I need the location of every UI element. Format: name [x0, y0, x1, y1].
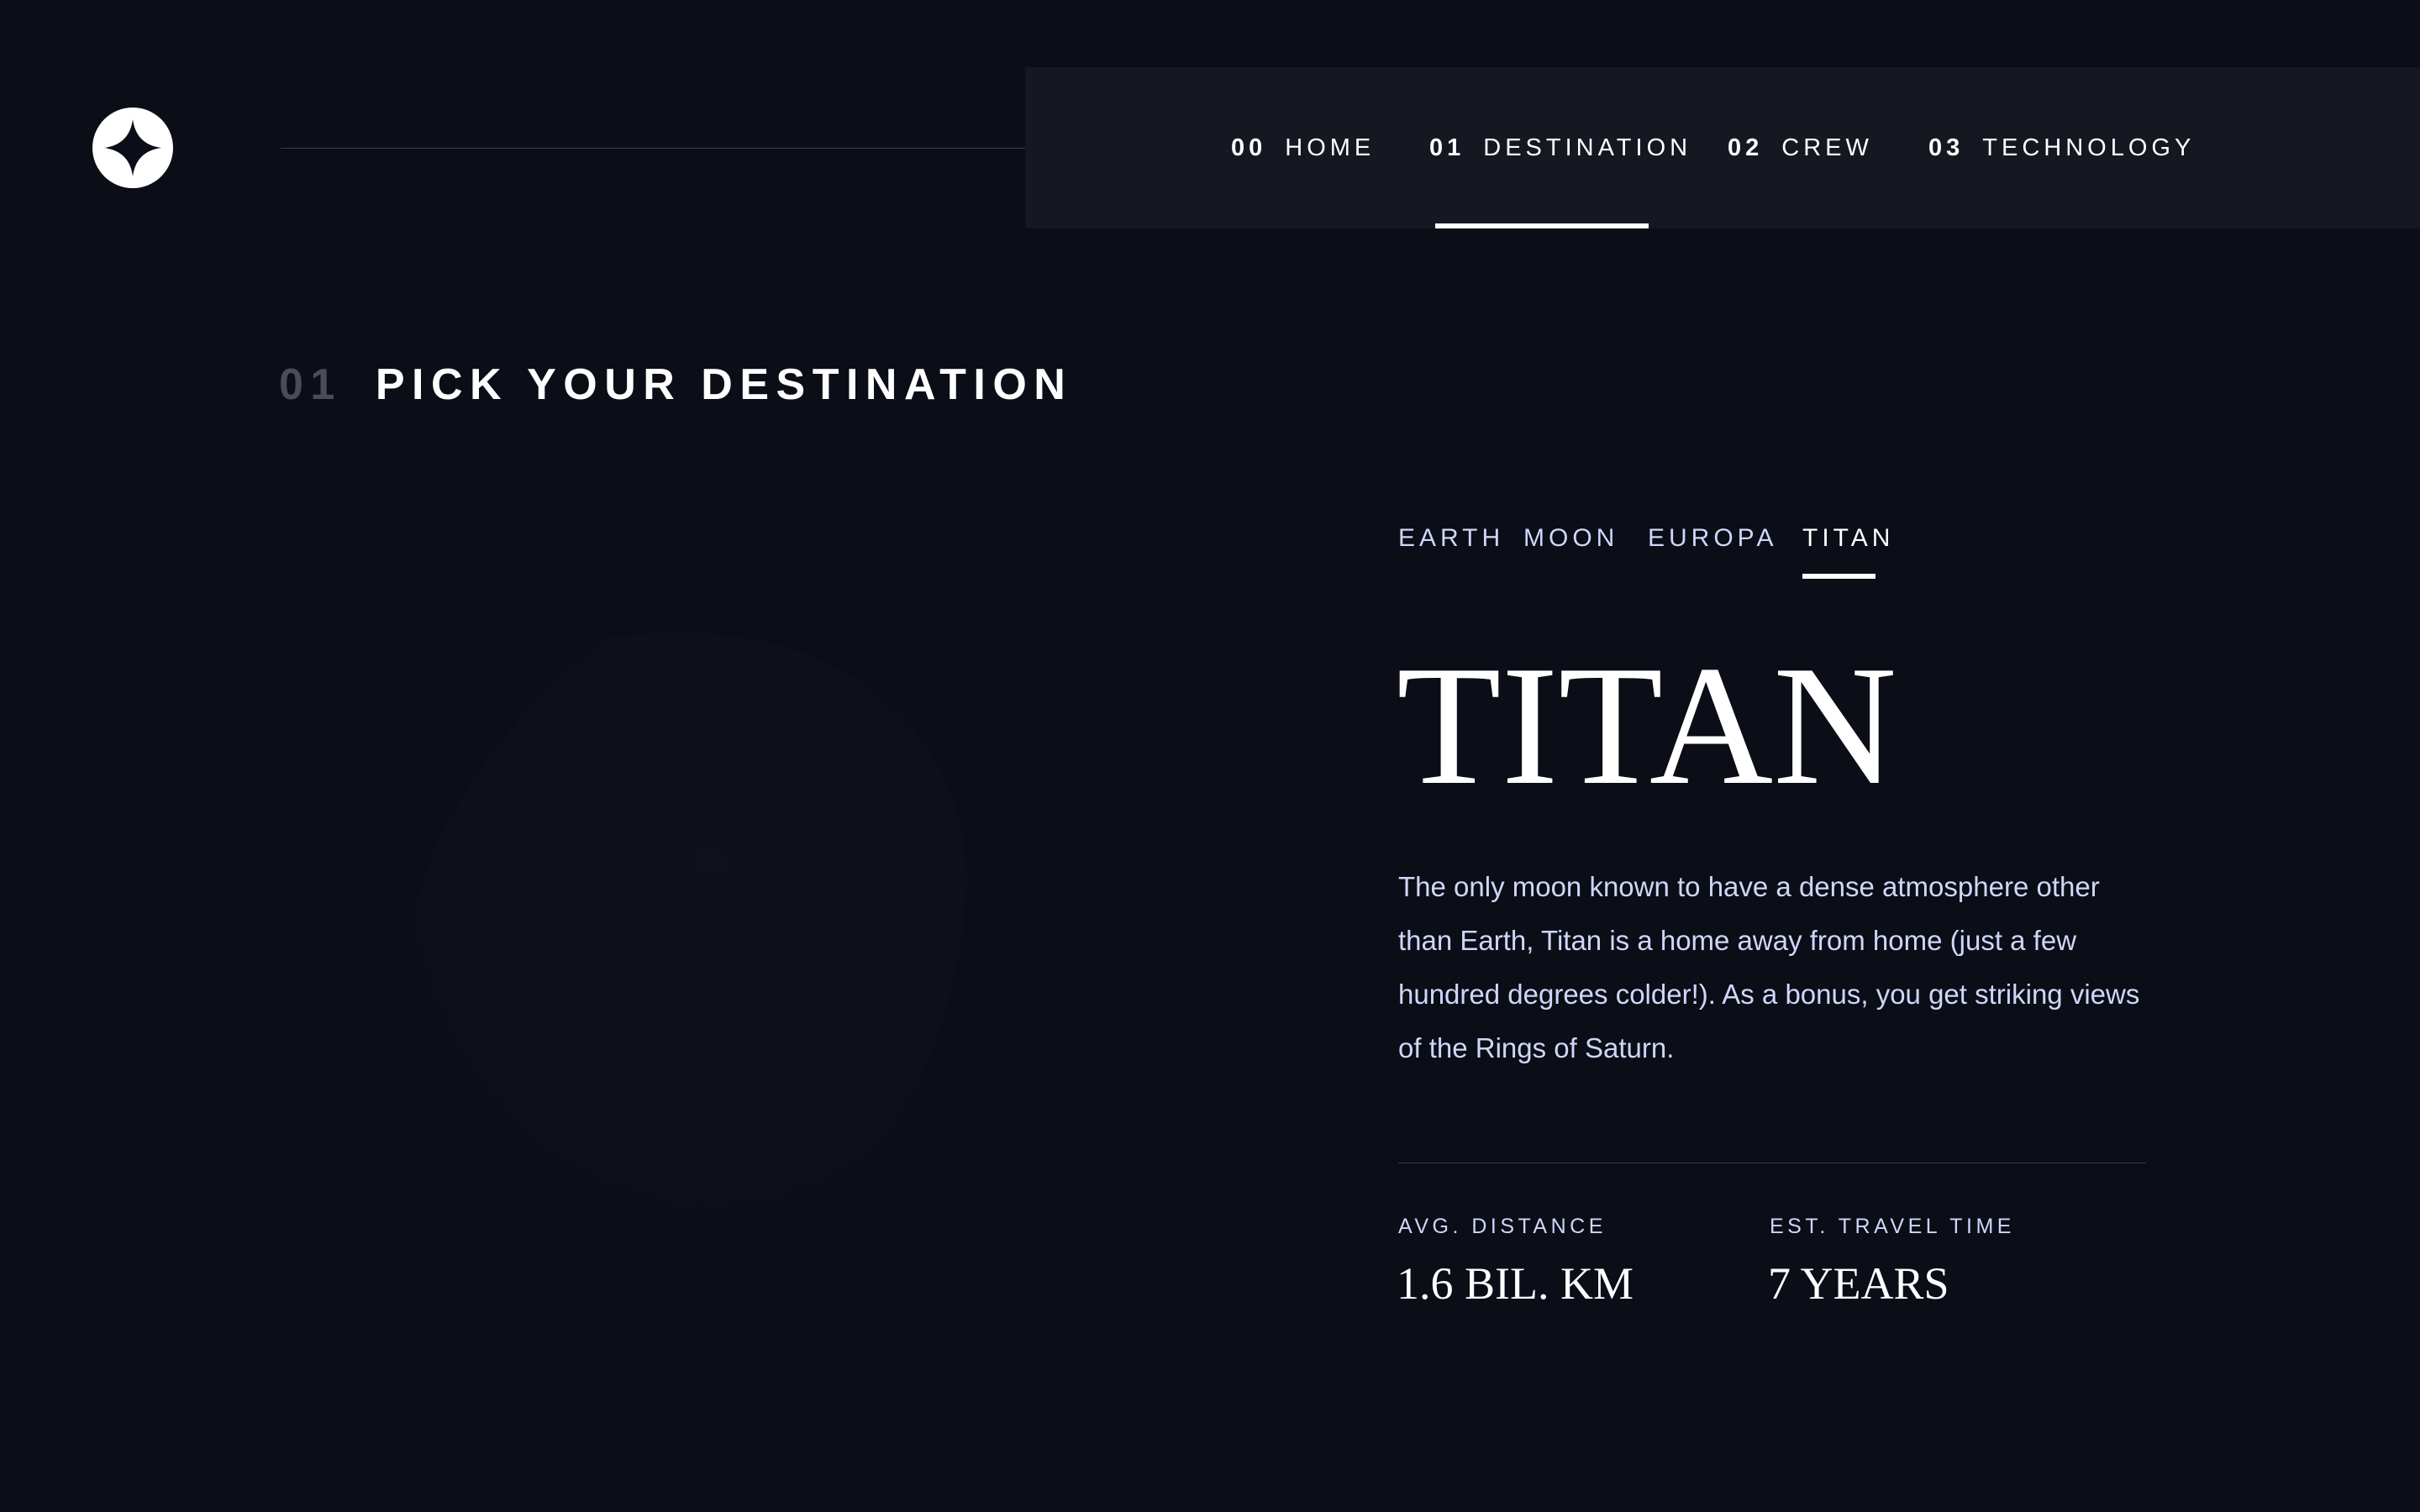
nav-label: CREW	[1781, 134, 1873, 161]
tab-titan[interactable]: TITAN	[1802, 524, 1894, 553]
nav-number: 02	[1728, 134, 1764, 161]
nav-item-destination[interactable]: 01 DESTINATION	[1429, 67, 1691, 228]
travel-time-value: 7 YEARS	[1768, 1258, 1949, 1309]
tab-moon[interactable]: MOON	[1523, 524, 1618, 553]
distance-label: AVG. DISTANCE	[1398, 1215, 1607, 1238]
destination-name: TITAN	[1397, 631, 1897, 821]
star-logo-icon[interactable]	[92, 108, 173, 188]
nav-number: 01	[1429, 134, 1465, 161]
distance-value: 1.6 BIL. KM	[1397, 1258, 1634, 1309]
nav-number: 00	[1231, 134, 1267, 161]
nav-label: TECHNOLOGY	[1982, 134, 2196, 161]
page-title: 01 PICK YOUR DESTINATION	[279, 360, 1072, 410]
section-title-text: PICK YOUR DESTINATION	[375, 360, 1073, 409]
tab-europa[interactable]: EUROPA	[1648, 524, 1777, 553]
nav-number: 03	[1928, 134, 1965, 161]
nav-item-crew[interactable]: 02 CREW	[1728, 67, 1873, 228]
nav-active-indicator	[1435, 223, 1649, 228]
nav-label: HOME	[1285, 134, 1376, 161]
titan-planet-image	[353, 605, 1109, 1327]
tab-active-indicator	[1802, 574, 1876, 579]
destination-description: The only moon known to have a dense atmo…	[1398, 871, 2140, 1063]
nav-label: DESTINATION	[1483, 134, 1692, 161]
tab-earth[interactable]: EARTH	[1398, 524, 1504, 553]
section-number: 01	[279, 360, 342, 409]
nav-item-technology[interactable]: 03 TECHNOLOGY	[1928, 67, 2195, 228]
nav-item-home[interactable]: 00 HOME	[1231, 67, 1375, 228]
travel-time-label: EST. TRAVEL TIME	[1770, 1215, 2015, 1238]
header-divider	[281, 148, 1076, 149]
